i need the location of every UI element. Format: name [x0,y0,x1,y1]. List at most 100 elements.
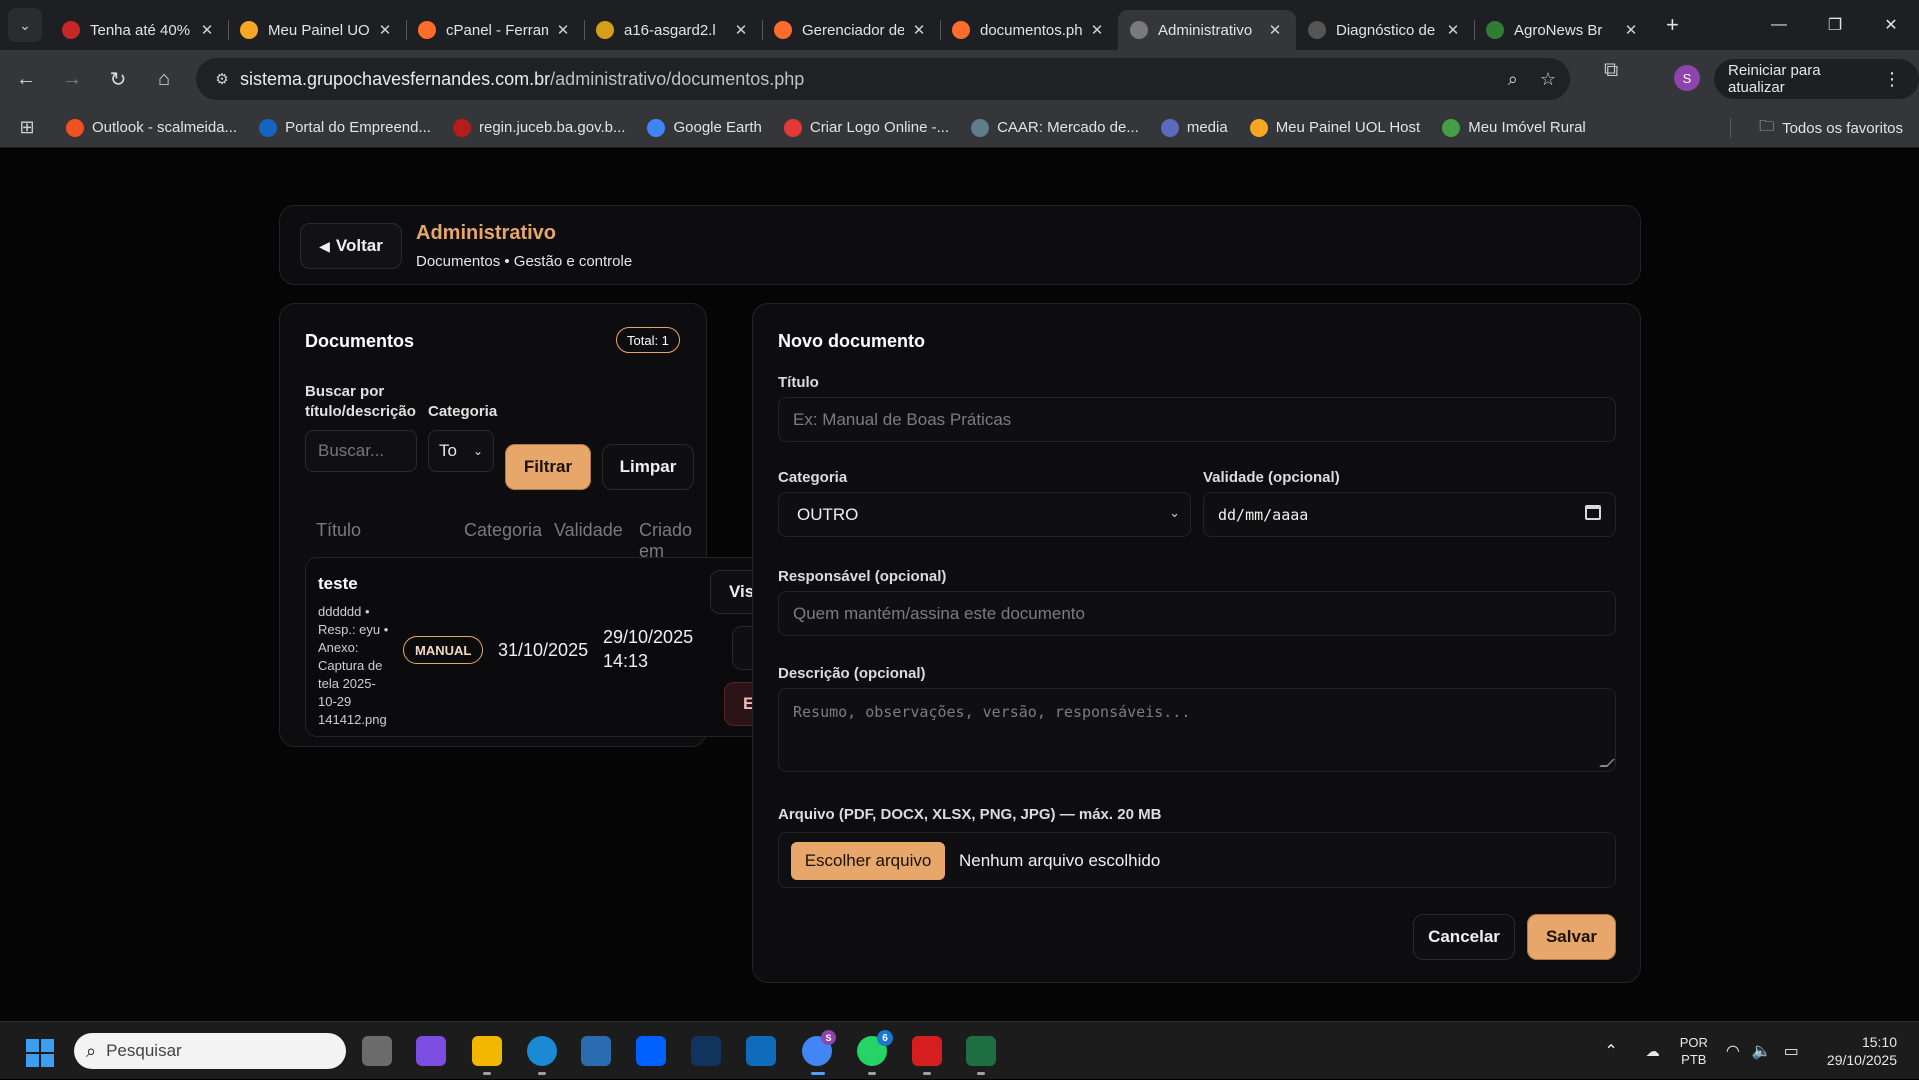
bookmark-item[interactable]: Portal do Empreend... [259,118,431,137]
back-button[interactable]: ◀ Voltar [300,223,402,269]
browser-tab[interactable]: cPanel - Ferramentas ✕ [406,10,584,50]
dropbox-icon[interactable] [636,1036,666,1066]
close-icon[interactable]: ✕ [198,21,216,39]
bookmark-item[interactable]: media [1160,118,1228,137]
url-text[interactable]: sistema.grupochavesfernandes.com.br/admi… [240,69,804,90]
browser-tab[interactable]: Diagnóstico de ✕ [1296,10,1474,50]
onedrive-icon[interactable]: ☁ [1646,1043,1660,1060]
extensions-puzzle-icon[interactable]: ⧉ [1604,59,1618,82]
app-icon[interactable] [691,1036,721,1066]
browser-tab[interactable]: AgroNews Br ✕ [1474,10,1652,50]
outlook-icon[interactable] [746,1036,776,1066]
calendar-icon[interactable] [1585,505,1601,520]
reload-icon[interactable]: ↻ [98,59,138,99]
bookmark-star-icon[interactable]: ☆ [1540,69,1556,90]
column-header-category[interactable]: Categoria [464,520,542,541]
update-button[interactable]: Reiniciar para atualizar ⋮ [1714,59,1919,99]
choose-file-button[interactable]: Escolher arquivo [791,842,945,880]
update-label: Reiniciar para atualizar [1728,62,1821,96]
validity-date-input[interactable]: dd/mm/aaaa [1203,492,1616,537]
browser-tab[interactable]: Gerenciador de ✕ [762,10,940,50]
edge-icon[interactable] [527,1036,557,1066]
bookmark-item[interactable]: Google Earth [647,118,762,137]
filter-button[interactable]: Filtrar [505,444,591,490]
bookmark-item[interactable]: Outlook - scalmeida... [66,118,237,137]
title-input[interactable]: Ex: Manual de Boas Práticas [778,397,1616,442]
column-header-title[interactable]: Título [316,520,361,541]
keyboard-layout: PTB [1681,1052,1707,1067]
description-textarea[interactable]: Resumo, observações, versão, responsávei… [778,688,1616,772]
store-icon[interactable] [581,1036,611,1066]
restore-icon[interactable]: ❐ [1807,0,1863,50]
file-input[interactable]: Escolher arquivo Nenhum arquivo escolhid… [778,832,1616,888]
description-label: Descrição (opcional) [778,665,926,682]
task-view-icon[interactable] [362,1036,392,1066]
tab-label: Meu Painel UOL [268,21,370,39]
new-tab-button[interactable]: + [1666,12,1679,38]
browser-tab[interactable]: Meu Painel UOL ✕ [228,10,406,50]
browser-tab[interactable]: Tenha até 40% ✕ [50,10,228,50]
close-window-icon[interactable]: ✕ [1863,0,1919,50]
tab-label: Diagnóstico de [1336,21,1436,39]
excel-icon[interactable] [966,1036,996,1066]
browser-tab[interactable]: Administrativo ✕ [1118,10,1296,50]
apps-grid-icon[interactable]: ⊞ [10,117,44,138]
close-icon[interactable]: ✕ [554,21,572,39]
browser-tab[interactable]: a16-asgard2.l ✕ [584,10,762,50]
browser-tab[interactable]: documentos.php ✕ [940,10,1118,50]
chrome-icon[interactable]: S [802,1030,836,1066]
taskbar-search[interactable]: ⌕ Pesquisar [74,1033,346,1069]
more-menu-icon[interactable]: ⋮ [1883,69,1901,90]
home-icon[interactable]: ⌂ [144,59,184,99]
column-header-created[interactable]: Criado em [639,520,706,562]
volume-icon[interactable]: 🔈 [1752,1041,1772,1061]
bookmark-label: Meu Painel UOL Host [1275,119,1421,136]
bookmark-item[interactable]: Meu Painel UOL Host [1249,118,1421,137]
copilot-icon[interactable] [416,1036,446,1066]
tab-label: Tenha até 40% [90,21,191,39]
profile-avatar[interactable]: S [1674,65,1700,91]
site-info-icon[interactable]: ⚙ [204,70,240,88]
forward-arrow-icon[interactable]: → [52,59,92,99]
bookmark-item[interactable]: CAAR: Mercado de... [971,118,1139,137]
whatsapp-icon[interactable]: 6 [857,1030,893,1066]
category-select[interactable]: OUTRO ⌄ [778,492,1191,537]
back-arrow-icon[interactable]: ← [6,59,46,99]
bookmark-list: Outlook - scalmeida... Portal do Empreend… [44,118,1586,137]
save-button[interactable]: Salvar [1527,914,1616,960]
zoom-icon[interactable]: ⌕ [1508,69,1518,90]
clock[interactable]: 15:10 29/10/2025 [1827,1033,1897,1069]
responsible-input[interactable]: Quem mantém/assina este documento [778,591,1616,636]
bookmark-item[interactable]: Meu Imóvel Rural [1442,118,1586,137]
close-icon[interactable]: ✕ [732,21,750,39]
close-icon[interactable]: ✕ [910,21,928,39]
chevron-up-icon[interactable]: ⌃ [1604,1041,1617,1061]
cancel-button[interactable]: Cancelar [1413,914,1515,960]
close-icon[interactable]: ✕ [376,21,394,39]
minimize-icon[interactable]: — [1751,0,1807,50]
all-bookmarks-folder[interactable]: 🗀 Todos os favoritos [1759,108,1903,148]
windows-start-icon[interactable] [26,1039,54,1067]
column-header-validity[interactable]: Validade [554,520,623,541]
file-explorer-icon[interactable] [472,1036,502,1066]
tab-search-button[interactable]: ⌄ [8,8,42,42]
resize-handle-icon[interactable] [1599,759,1615,767]
system-tray: ⌃ ☁ POR PTB ◠ 🔈 ▭ 15:10 29/10/2025 [1604,1022,1919,1080]
search-input[interactable]: Buscar... [305,430,417,472]
clear-button[interactable]: Limpar [602,444,694,490]
close-icon[interactable]: ✕ [1266,21,1284,39]
category-filter-select[interactable]: To ⌄ [428,430,494,472]
bookmark-item[interactable]: regin.juceb.ba.gov.b... [452,118,625,137]
bookmark-item[interactable]: Criar Logo Online -... [783,118,949,137]
close-icon[interactable]: ✕ [1444,21,1462,39]
validity-date: 31/10/2025 [498,640,589,660]
form-title: Novo documento [778,331,925,351]
close-icon[interactable]: ✕ [1622,21,1640,39]
language-indicator[interactable]: POR PTB [1680,1034,1708,1068]
battery-icon[interactable]: ▭ [1784,1041,1799,1061]
chevron-down-icon: ⌄ [472,444,483,458]
wifi-icon[interactable]: ◠ [1726,1041,1740,1061]
acrobat-icon[interactable] [912,1036,942,1066]
address-bar[interactable]: ⚙ sistema.grupochavesfernandes.com.br/ad… [196,58,1570,100]
close-icon[interactable]: ✕ [1088,21,1106,39]
